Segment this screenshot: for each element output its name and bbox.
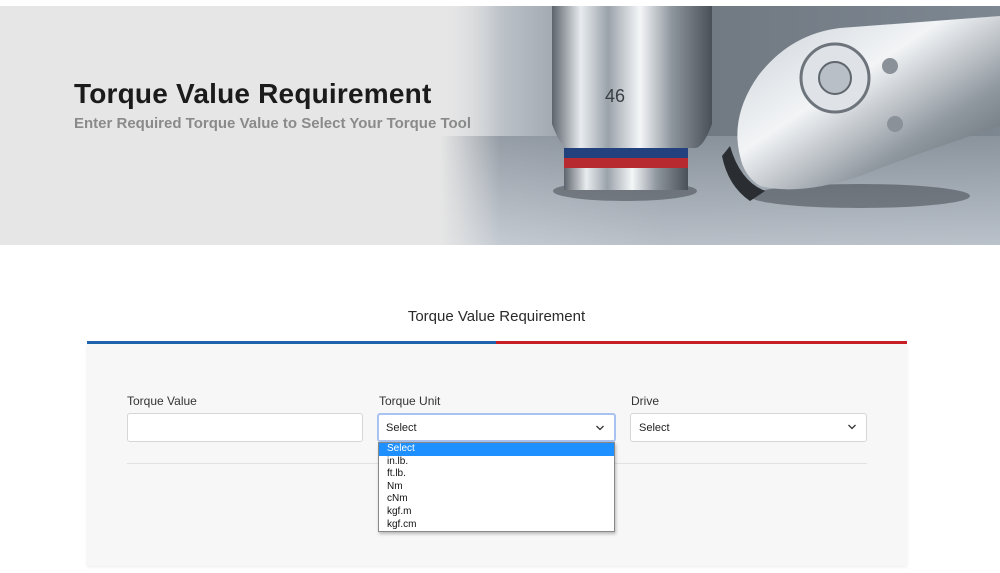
hero-title: Torque Value Requirement <box>74 78 432 109</box>
hero-subtitle: Enter Required Torque Value to Select Yo… <box>74 115 471 132</box>
socket-marking: 46 <box>605 86 625 106</box>
dropdown-option[interactable]: Nm <box>379 481 614 494</box>
hero-banner: 46 Torque Value Requirement Enter Requir… <box>0 6 1000 245</box>
torque-unit-label: Torque Unit <box>379 394 441 408</box>
dropdown-option[interactable]: Select <box>379 443 614 456</box>
drive-label: Drive <box>631 394 660 408</box>
torque-unit-select[interactable]: Select <box>377 413 616 442</box>
drive-select[interactable]: Select <box>630 413 867 442</box>
dropdown-option[interactable]: in.lb. <box>379 456 614 469</box>
chevron-down-icon <box>596 425 604 431</box>
dropdown-option[interactable]: kgf.m <box>379 506 614 519</box>
dropdown-option[interactable]: ft.lb. <box>379 468 614 481</box>
drive-selected-value: Select <box>639 421 670 434</box>
torque-unit-dropdown-list[interactable]: Select in.lb. ft.lb. Nm cNm kgf.m kgf.cm <box>378 442 615 532</box>
torque-value-label: Torque Value <box>127 394 197 408</box>
section-title: Torque Value Requirement <box>407 308 586 325</box>
dropdown-option[interactable]: cNm <box>379 493 614 506</box>
hero-tool-photo: 46 <box>440 6 1000 245</box>
chevron-down-icon <box>848 424 856 430</box>
torque-value-input[interactable] <box>127 413 363 442</box>
dropdown-option[interactable]: kgf.cm <box>379 519 614 532</box>
torque-unit-selected-value: Select <box>386 421 417 434</box>
